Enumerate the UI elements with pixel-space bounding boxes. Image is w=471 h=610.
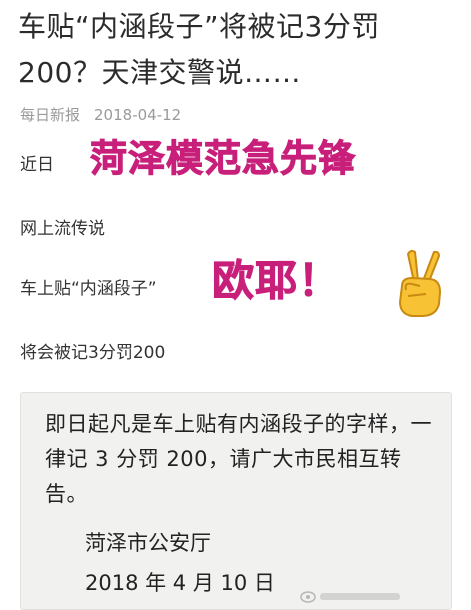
article-headline: 车贴“内涵段子”将被记3分罚200？天津交警说…… bbox=[18, 10, 380, 89]
overlay-exclaim-text: 欧耶！ bbox=[211, 256, 342, 306]
body-line-1: 近日 bbox=[20, 155, 54, 175]
body-line-2: 网上流传说 bbox=[20, 219, 105, 239]
notice-issuer: 菏泽市公安厅 bbox=[85, 531, 211, 555]
notice-date: 2018 年 4 月 10 日 bbox=[85, 571, 275, 595]
notice-paragraph: 即日起凡是车上贴有内涵段子的字样，一律记 3 分罚 200，请广大市民相互转告。 bbox=[45, 412, 432, 506]
article-date: 2018-04-12 bbox=[94, 106, 182, 124]
body-line-4: 将会被记3分罚200 bbox=[20, 343, 166, 363]
weibo-watermark-icon bbox=[300, 591, 400, 603]
article-source: 每日新报 bbox=[20, 106, 81, 124]
overlay-title-text: 菏泽模范急先锋 bbox=[90, 137, 356, 181]
body-line-3: 车上贴“内涵段子” bbox=[20, 279, 157, 299]
victory-hand-icon bbox=[399, 249, 441, 317]
notice-image: 即日起凡是车上贴有内涵段子的字样，一律记 3 分罚 200，请广大市民相互转告。… bbox=[20, 392, 452, 610]
article-meta: 每日新报 2018-04-12 bbox=[20, 104, 181, 125]
